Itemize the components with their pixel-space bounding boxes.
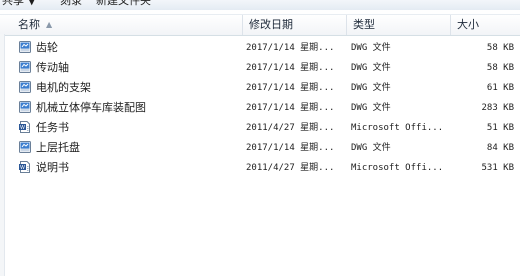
share-menu-button[interactable]: 共享 ▼ [2,0,36,8]
file-type: DWG 文件 [351,143,391,153]
word-doc-icon: W [18,160,32,174]
column-header-type-label: 类型 [353,18,375,31]
file-name-cell: W 说明书 [18,158,240,178]
new-folder-button[interactable]: 新建文件夹 [96,0,151,8]
file-date: 2011/4/27 星期... [246,123,335,133]
column-header-name[interactable]: 名称 ▲ [0,15,242,35]
file-name-cell: 齿轮 [18,38,240,58]
file-type: DWG 文件 [351,43,391,53]
file-type: Microsoft Offi... [351,123,444,133]
burn-button[interactable]: 刻录 [60,0,82,8]
file-name-cell: 电机的支架 [18,78,240,98]
sort-ascending-icon: ▲ [46,20,53,29]
file-size: 58 KB [486,43,514,53]
column-header-row: 名称 ▲ 修改日期 类型 大小 [0,14,520,36]
svg-text:W: W [20,165,25,171]
file-name: 传动轴 [36,61,69,74]
column-header-size[interactable]: 大小 [450,15,520,35]
file-row[interactable]: W 任务书 2011/4/27 星期... Microsoft Offi... 5… [0,118,520,138]
dwg-file-icon [18,100,32,114]
file-size: 51 KB [486,123,514,133]
file-name-cell: 机械立体停车库装配图 [18,98,240,118]
dwg-file-icon [18,80,32,94]
file-type: DWG 文件 [351,63,391,73]
svg-text:W: W [20,125,25,131]
file-date: 2017/1/14 星期... [246,103,335,113]
file-date: 2011/4/27 星期... [246,163,335,173]
file-row[interactable]: 机械立体停车库装配图 2017/1/14 星期... DWG 文件 283 KB [0,98,520,118]
file-size: 531 KB [481,163,514,173]
file-name: 齿轮 [36,41,58,54]
column-header-date-label: 修改日期 [249,18,293,31]
file-name-cell: W 任务书 [18,118,240,138]
file-size: 58 KB [486,63,514,73]
column-header-size-label: 大小 [457,18,479,31]
file-date: 2017/1/14 星期... [246,143,335,153]
file-row[interactable]: 传动轴 2017/1/14 星期... DWG 文件 58 KB [0,58,520,78]
file-name: 电机的支架 [36,81,91,94]
file-name: 机械立体停车库装配图 [36,101,146,114]
file-size: 283 KB [481,103,514,113]
column-header-name-label: 名称 [18,18,40,31]
file-date: 2017/1/14 星期... [246,83,335,93]
file-name: 上层托盘 [36,141,80,154]
file-list: 齿轮 2017/1/14 星期... DWG 文件 58 KB 传动轴 2017… [0,38,520,178]
file-row[interactable]: 电机的支架 2017/1/14 星期... DWG 文件 61 KB [0,78,520,98]
file-row[interactable]: 齿轮 2017/1/14 星期... DWG 文件 58 KB [0,38,520,58]
file-name-cell: 上层托盘 [18,138,240,158]
toolbar: 共享 ▼ 刻录 新建文件夹 [0,0,520,10]
dwg-file-icon [18,40,32,54]
file-row[interactable]: W 说明书 2011/4/27 星期... Microsoft Offi... 5… [0,158,520,178]
file-type: DWG 文件 [351,103,391,113]
file-date: 2017/1/14 星期... [246,43,335,53]
dwg-file-icon [18,60,32,74]
file-name-cell: 传动轴 [18,58,240,78]
file-size: 84 KB [486,143,514,153]
file-date: 2017/1/14 星期... [246,63,335,73]
file-name: 任务书 [36,121,69,134]
file-type: Microsoft Offi... [351,163,444,173]
file-type: DWG 文件 [351,83,391,93]
column-header-type[interactable]: 类型 [346,15,450,35]
file-size: 61 KB [486,83,514,93]
column-header-date[interactable]: 修改日期 [242,15,346,35]
dwg-file-icon [18,140,32,154]
word-doc-icon: W [18,120,32,134]
file-row[interactable]: 上层托盘 2017/1/14 星期... DWG 文件 84 KB [0,138,520,158]
file-name: 说明书 [36,161,69,174]
